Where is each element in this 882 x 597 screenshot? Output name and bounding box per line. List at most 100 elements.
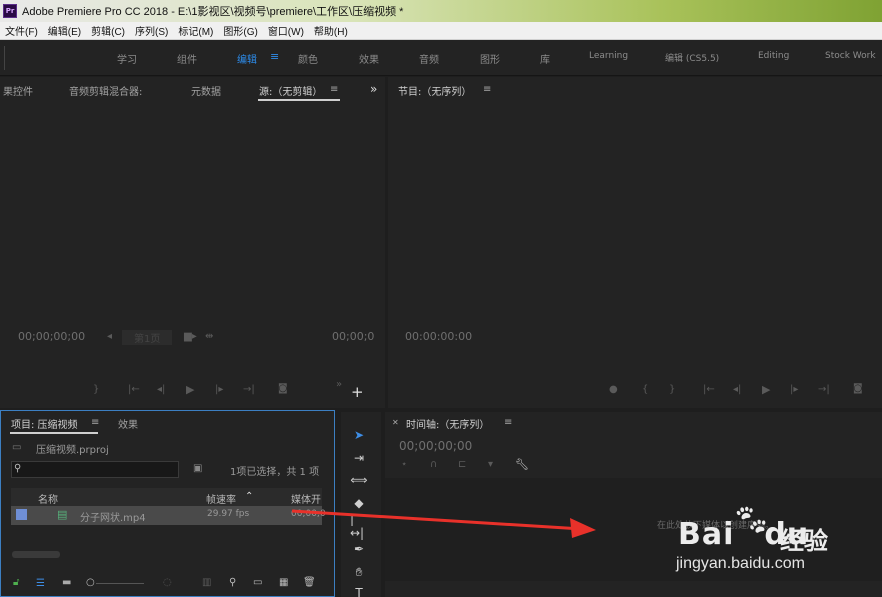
icon-view-icon[interactable]: ▬ [62,577,71,588]
tab-effect-controls[interactable]: 果控件 [3,83,33,98]
timeline-timecode[interactable]: 00;00;00;00 [399,439,472,453]
item-name[interactable]: 分子网状.mp4 [80,509,146,524]
razor-tool-icon[interactable]: ◆ [350,495,368,511]
sort-icons-icon[interactable]: ◌ [163,577,172,588]
add-marker-icon[interactable]: ● [609,384,618,395]
tab-project[interactable]: 项目: 压缩视频 [11,416,78,431]
step-back-icon[interactable]: ◂| [157,384,165,395]
menu-clip[interactable]: 剪辑(C) [86,23,130,38]
program-timecode[interactable]: 00:00:00:00 [405,330,472,343]
workspace-tab-learn[interactable]: 学习 [117,51,137,66]
new-item-icon[interactable]: ▦ [279,577,288,588]
workspace-tab-graphics[interactable]: 图形 [480,51,500,66]
mark-out-program-icon[interactable]: } [669,384,675,395]
timeline-menu-icon[interactable]: ≡ [504,417,512,428]
menu-edit[interactable]: 编辑(E) [43,23,86,38]
project-search-input[interactable] [11,461,179,478]
jingyan-text: 经验 [780,527,828,555]
close-panel-icon[interactable]: ✕ [392,418,399,427]
column-name[interactable]: 名称 [38,491,58,506]
button-editor-overflow-icon[interactable]: » [336,379,342,390]
tab-effects[interactable]: 效果 [118,416,138,431]
zoom-slider-track[interactable] [96,583,144,584]
trash-icon[interactable]: 🗑︎ [303,577,316,588]
workspace-tab-editing[interactable]: Editing [758,51,789,61]
column-frame-rate[interactable]: 帧速率 [206,491,236,506]
ripple-edit-tool-icon[interactable]: ⟺ [350,472,368,488]
nest-toggle-icon[interactable]: ⋆ [401,459,407,470]
selection-tool-icon[interactable]: ➤ [350,427,368,443]
automate-to-sequence-icon[interactable]: ▥ [202,577,211,588]
resolution-icon[interactable]: ⇹ [205,331,213,342]
new-bin-from-search-icon[interactable]: ▣ [193,463,202,474]
new-bin-icon[interactable]: ▭ [253,577,262,588]
workspace-tab-stock-work[interactable]: Stock Work [825,51,876,61]
slip-tool-icon[interactable]: |↔| [350,512,368,540]
horizontal-scrollbar[interactable] [12,551,60,558]
workspace-tab-libraries[interactable]: 库 [540,51,550,66]
add-marker-timeline-icon[interactable]: ▾ [488,459,493,470]
step-forward-icon[interactable]: |▸ [215,384,223,395]
add-button-icon[interactable]: + [351,383,364,401]
play-icon[interactable]: ▶ [186,383,194,396]
program-go-to-out-icon[interactable]: →| [818,384,830,395]
sort-ascending-icon[interactable]: ⌃ [245,491,253,502]
workspace-tab-effects[interactable]: 效果 [359,51,379,66]
workspace-tab-audio[interactable]: 音频 [419,51,439,66]
track-select-tool-icon[interactable]: ⇥ [350,450,368,466]
hand-tool-icon[interactable]: ✋︎ [350,564,368,580]
program-panel-title[interactable]: 节目:（无序列） [398,83,471,98]
playhead-left-icon: ◂ [107,331,113,342]
tab-audio-clip-mixer[interactable]: 音频剪辑混合器: [69,83,142,98]
program-go-to-in-icon[interactable]: |← [703,384,715,395]
project-file-name: 压缩视频.prproj [36,445,109,456]
mark-out-icon[interactable]: } [93,384,99,395]
zoom-slider-knob-icon[interactable]: ○ [86,577,95,588]
linked-selection-icon[interactable]: ⊏ [458,459,466,470]
menu-graphics[interactable]: 图形(G) [218,23,262,38]
workspace-tab-assembly[interactable]: 组件 [177,51,197,66]
label-color-swatch[interactable] [16,509,27,520]
menu-help[interactable]: 帮助(H) [309,23,353,38]
snap-icon[interactable]: ∩ [430,459,437,470]
tools-panel: ➤ ⇥ ⟺ ◆ |↔| ✒ ✋︎ T [341,412,381,597]
tab-source[interactable]: 源:（无剪辑） [259,83,322,98]
type-tool-icon[interactable]: T [350,585,368,597]
workspace-tab-editing-cs55[interactable]: 编辑 (CS5.5) [665,51,719,64]
zoom-select[interactable]: 第1页 [122,330,173,345]
go-to-in-icon[interactable]: |← [128,384,140,395]
export-frame-icon[interactable]: ◙ [278,383,288,394]
timeline-title[interactable]: 时间轴:（无序列） [406,416,489,431]
find-icon[interactable]: ⚲ [229,577,236,588]
wrench-icon[interactable]: 🔧︎ [515,458,529,471]
column-media-start[interactable]: 媒体开 [291,491,321,506]
program-step-forward-icon[interactable]: |▸ [790,384,798,395]
list-view-icon[interactable]: ☰ [36,578,45,589]
project-panel-menu-icon[interactable]: ≡ [91,417,99,428]
search-icon: ⚲ [14,463,22,474]
menu-window[interactable]: 窗口(W) [263,23,309,38]
baidu-jingyan-watermark: Bai du 🐾︎ 经验 jingyan.baidu.com [676,503,876,583]
zoom-slider-handle-icon[interactable]: ▆▸ [184,331,197,342]
workspace-separator [4,46,5,70]
pen-tool-icon[interactable]: ✒ [350,541,368,557]
source-panel-menu-icon[interactable]: ≡ [330,84,338,95]
menu-marker[interactable]: 标记(M) [173,23,218,38]
workspace-tab-learning[interactable]: Learning [589,51,628,61]
program-panel-menu-icon[interactable]: ≡ [483,84,491,95]
program-export-frame-icon[interactable]: ◙ [853,383,863,394]
lock-icon[interactable]: 🔓︎ [13,577,19,588]
workspace-menu-icon[interactable]: ≡ [270,50,279,63]
tab-metadata[interactable]: 元数据 [191,83,221,98]
menu-sequence[interactable]: 序列(S) [130,23,173,38]
menu-file[interactable]: 文件(F) [0,23,43,38]
workspace-tab-color[interactable]: 颜色 [298,51,318,66]
baidu-paw-icon: 🐾︎ [732,503,771,538]
mark-in-icon[interactable]: { [642,384,648,395]
program-play-icon[interactable]: ▶ [762,383,770,396]
panel-overflow-icon[interactable]: » [370,82,377,96]
go-to-out-icon[interactable]: →| [243,384,255,395]
workspace-tab-editing-cn[interactable]: 编辑 [237,51,257,66]
source-timecode-current[interactable]: 00;00;00;00 [18,330,85,343]
program-step-back-icon[interactable]: ◂| [733,384,741,395]
